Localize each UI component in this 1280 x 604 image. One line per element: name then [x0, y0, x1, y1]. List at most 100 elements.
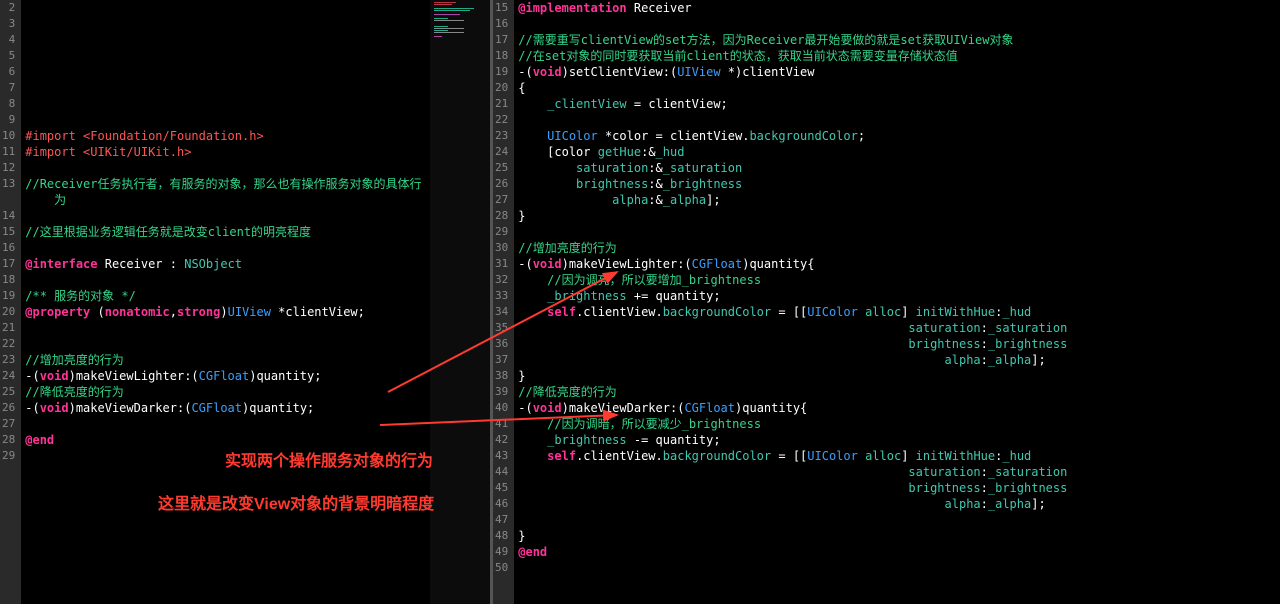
code-line[interactable]: //因为调亮，所以要增加_brightness — [514, 272, 1280, 288]
code-line[interactable]: [color getHue:&_hud — [514, 144, 1280, 160]
code-line[interactable] — [514, 512, 1280, 528]
line-number: 28 — [2, 432, 15, 448]
code-line[interactable]: -(void)makeViewDarker:(CGFloat)quantity; — [21, 400, 430, 416]
code-line[interactable]: /** 服务的对象 */ — [21, 288, 430, 304]
code-line[interactable]: -(void)makeViewLighter:(CGFloat)quantity… — [21, 368, 430, 384]
code-line[interactable]: { — [514, 80, 1280, 96]
code-line[interactable] — [21, 16, 430, 32]
code-line[interactable]: _brightness -= quantity; — [514, 432, 1280, 448]
code-line[interactable]: //降低亮度的行为 — [514, 384, 1280, 400]
code-line[interactable]: //增加亮度的行为 — [514, 240, 1280, 256]
line-number: 39 — [495, 384, 508, 400]
line-number: 22 — [495, 112, 508, 128]
line-number: 7 — [2, 80, 15, 96]
line-number: 18 — [2, 272, 15, 288]
code-line[interactable] — [21, 96, 430, 112]
code-line[interactable]: //在set对象的同时要获取当前client的状态，获取当前状态需要变量存储状态… — [514, 48, 1280, 64]
code-line[interactable]: @interface Receiver : NSObject — [21, 256, 430, 272]
line-number: 50 — [495, 560, 508, 576]
code-line[interactable]: _clientView = clientView; — [514, 96, 1280, 112]
line-number: 48 — [495, 528, 508, 544]
code-line[interactable] — [21, 240, 430, 256]
code-line[interactable]: //需要重写clientView的set方法，因为Receiver最开始要做的就… — [514, 32, 1280, 48]
code-line[interactable] — [21, 272, 430, 288]
code-line[interactable] — [21, 80, 430, 96]
code-line[interactable]: alpha:&_alpha]; — [514, 192, 1280, 208]
code-line[interactable]: //Receiver任务执行者，有服务的对象，那么也有操作服务对象的具体行 — [21, 176, 430, 192]
line-number: 19 — [495, 64, 508, 80]
code-line[interactable]: saturation:_saturation — [514, 464, 1280, 480]
line-number: 23 — [495, 128, 508, 144]
code-line[interactable] — [21, 48, 430, 64]
code-line[interactable] — [514, 16, 1280, 32]
code-line[interactable] — [21, 160, 430, 176]
line-number: 27 — [495, 192, 508, 208]
line-number: 43 — [495, 448, 508, 464]
line-number: 17 — [2, 256, 15, 272]
annotation-text-1: 实现两个操作服务对象的行为 — [225, 454, 433, 470]
code-line[interactable]: alpha:_alpha]; — [514, 352, 1280, 368]
right-editor-pane: 1516171819202122232425262728293031323334… — [493, 0, 1280, 604]
right-line-gutter: 1516171819202122232425262728293031323334… — [493, 0, 514, 604]
code-line[interactable]: brightness:_brightness — [514, 480, 1280, 496]
code-line[interactable]: UIColor *color = clientView.backgroundCo… — [514, 128, 1280, 144]
code-line[interactable]: } — [514, 208, 1280, 224]
code-line[interactable] — [21, 208, 430, 224]
code-line[interactable]: brightness:_brightness — [514, 336, 1280, 352]
code-line[interactable] — [21, 0, 430, 16]
code-line[interactable]: } — [514, 368, 1280, 384]
code-line[interactable]: //降低亮度的行为 — [21, 384, 430, 400]
line-number: 4 — [2, 32, 15, 48]
code-line[interactable]: @end — [21, 432, 430, 448]
code-line[interactable]: saturation:&_saturation — [514, 160, 1280, 176]
code-line[interactable] — [21, 32, 430, 48]
code-line[interactable]: //这里根据业务逻辑任务就是改变client的明亮程度 — [21, 224, 430, 240]
code-line[interactable] — [514, 560, 1280, 576]
code-line[interactable]: -(void)makeViewDarker:(CGFloat)quantity{ — [514, 400, 1280, 416]
code-line[interactable] — [21, 336, 430, 352]
line-number: 13 — [2, 176, 15, 192]
line-number: 12 — [2, 160, 15, 176]
left-minimap[interactable] — [430, 0, 490, 604]
code-line[interactable]: -(void)setClientView:(UIView *)clientVie… — [514, 64, 1280, 80]
code-line[interactable]: @implementation Receiver — [514, 0, 1280, 16]
code-line[interactable]: alpha:_alpha]; — [514, 496, 1280, 512]
code-line[interactable]: _brightness += quantity; — [514, 288, 1280, 304]
line-number: 42 — [495, 432, 508, 448]
line-number: 5 — [2, 48, 15, 64]
line-number: 25 — [495, 160, 508, 176]
code-line[interactable] — [21, 64, 430, 80]
code-line[interactable]: } — [514, 528, 1280, 544]
code-line[interactable] — [21, 112, 430, 128]
code-line[interactable]: self.clientView.backgroundColor = [[UICo… — [514, 304, 1280, 320]
code-line[interactable] — [21, 416, 430, 432]
code-line[interactable]: self.clientView.backgroundColor = [[UICo… — [514, 448, 1280, 464]
code-line[interactable] — [514, 112, 1280, 128]
code-line[interactable] — [514, 224, 1280, 240]
left-code-area[interactable]: #import <Foundation/Foundation.h>#import… — [21, 0, 430, 604]
line-number: 2 — [2, 0, 15, 16]
line-number: 29 — [495, 224, 508, 240]
line-number: 38 — [495, 368, 508, 384]
line-number: 17 — [495, 32, 508, 48]
code-line[interactable]: 为 — [21, 192, 430, 208]
code-line[interactable]: #import <Foundation/Foundation.h> — [21, 128, 430, 144]
code-line[interactable]: @property (nonatomic,strong)UIView *clie… — [21, 304, 430, 320]
line-number: 37 — [495, 352, 508, 368]
code-line[interactable]: saturation:_saturation — [514, 320, 1280, 336]
code-line[interactable]: -(void)makeViewLighter:(CGFloat)quantity… — [514, 256, 1280, 272]
code-line[interactable]: brightness:&_brightness — [514, 176, 1280, 192]
annotation-text-2: 这里就是改变View对象的背景明暗程度 — [158, 497, 434, 513]
line-number: 6 — [2, 64, 15, 80]
code-line[interactable]: //增加亮度的行为 — [21, 352, 430, 368]
right-code-area[interactable]: @implementation Receiver //需要重写clientView… — [514, 0, 1280, 604]
code-line[interactable]: #import <UIKit/UIKit.h> — [21, 144, 430, 160]
line-number: 10 — [2, 128, 15, 144]
line-number: 45 — [495, 480, 508, 496]
line-number: 49 — [495, 544, 508, 560]
code-line[interactable] — [21, 320, 430, 336]
code-line[interactable]: @end — [514, 544, 1280, 560]
code-line[interactable]: //因为调暗，所以要减少_brightness — [514, 416, 1280, 432]
line-number: 33 — [495, 288, 508, 304]
line-number: 20 — [2, 304, 15, 320]
